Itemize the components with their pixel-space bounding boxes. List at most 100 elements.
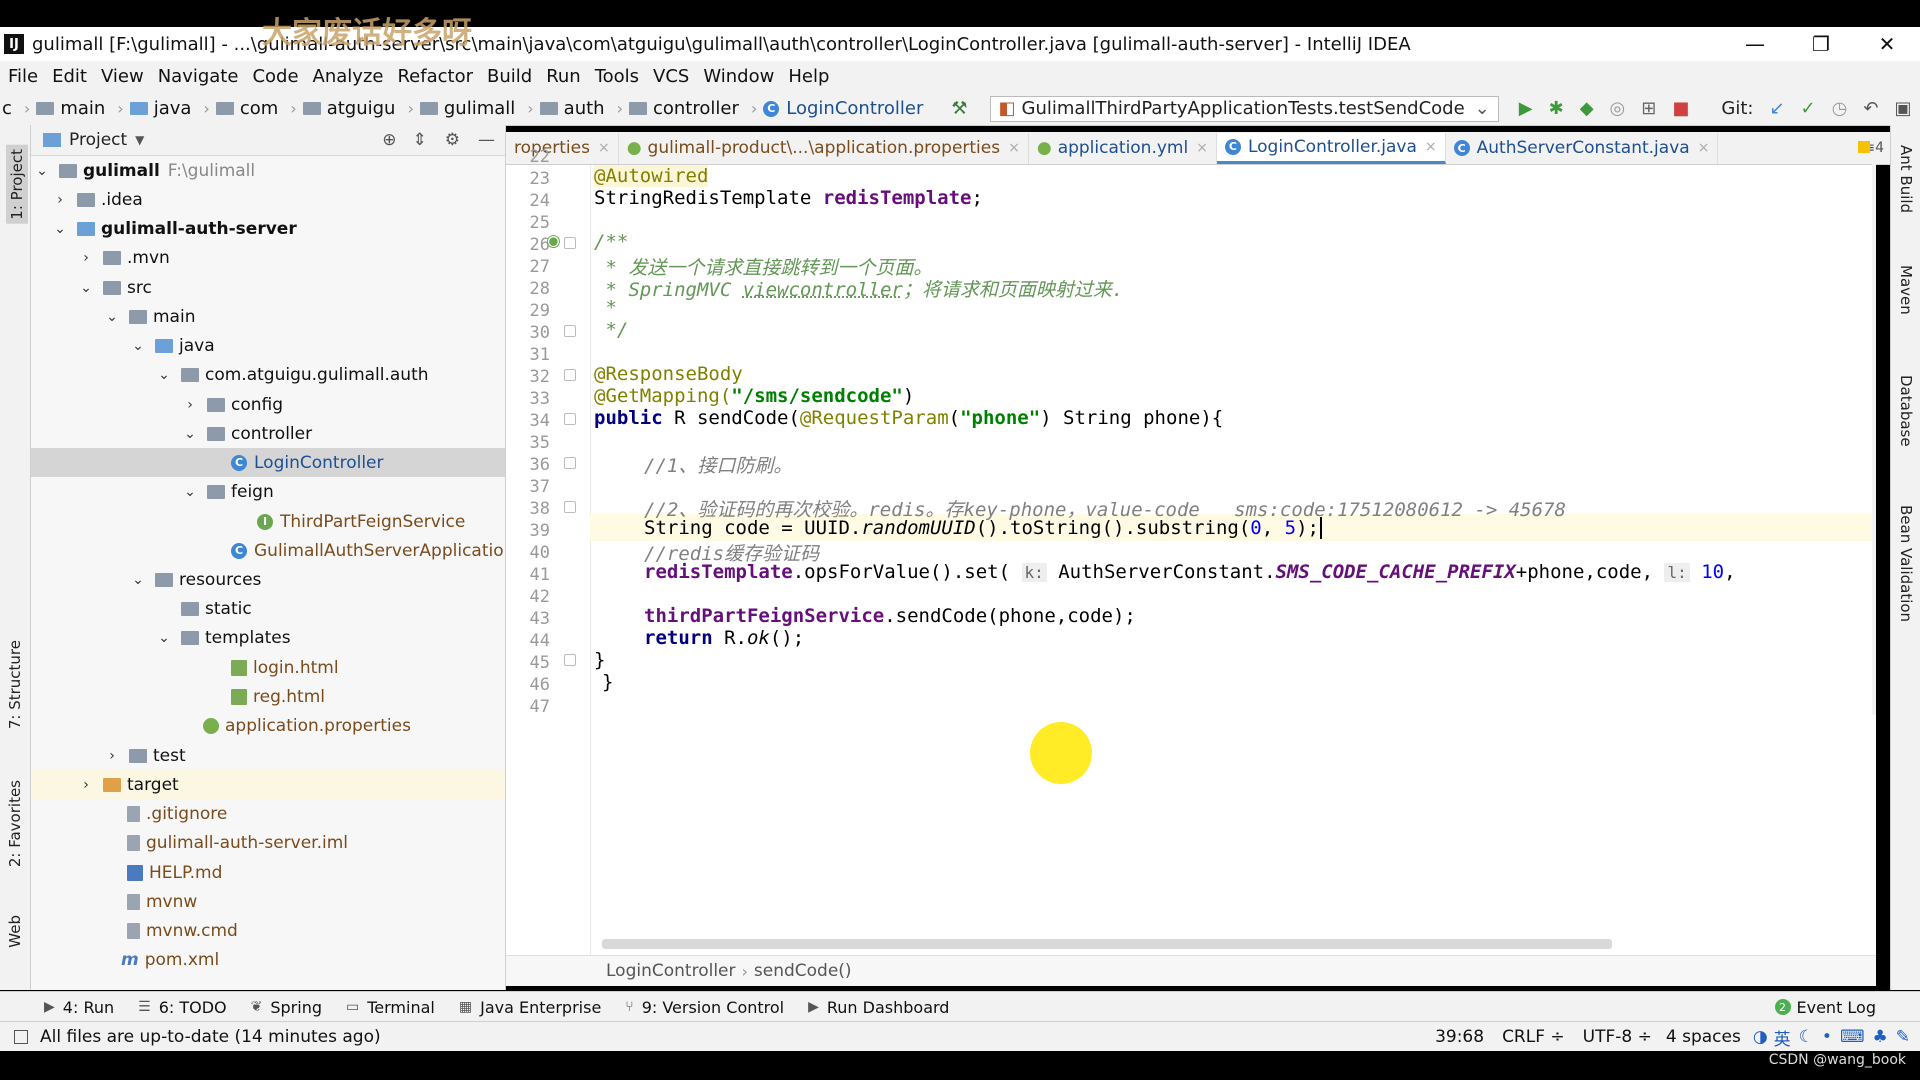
chevron-down-icon[interactable]: ▼ xyxy=(135,133,144,147)
tree-item-auth-server[interactable]: ⌄ gulimall-auth-server xyxy=(31,214,505,243)
tree-item-resources[interactable]: ⌄ resources xyxy=(31,565,505,594)
close-icon[interactable]: × xyxy=(1425,139,1437,155)
tree-item-help-md[interactable]: HELP.md xyxy=(31,858,505,887)
menu-navigate[interactable]: Navigate xyxy=(158,66,239,87)
tool-todo[interactable]: ☰ 6: TODO xyxy=(138,998,227,1017)
git-commit-icon[interactable]: ✓ xyxy=(1801,98,1816,119)
minimize-button[interactable]: — xyxy=(1722,32,1788,56)
project-panel-title[interactable]: Project xyxy=(69,130,127,150)
close-icon[interactable]: × xyxy=(598,140,610,156)
tool-version-control[interactable]: ⑂ 9: Version Control xyxy=(625,998,784,1017)
menu-help[interactable]: Help xyxy=(788,66,829,87)
tree-item-application-properties[interactable]: application.properties xyxy=(31,711,505,740)
nav-crumb-main[interactable]: main xyxy=(36,98,105,119)
tool-maven-tab[interactable]: Maven xyxy=(1897,265,1915,315)
tool-web-tab[interactable]: Web xyxy=(6,915,24,948)
close-icon[interactable]: × xyxy=(1698,140,1710,156)
tree-item-target[interactable]: › target xyxy=(31,770,505,799)
tab-application-yml[interactable]: ● application.yml × xyxy=(1029,132,1217,164)
nav-crumb-java[interactable]: java xyxy=(129,98,191,119)
tool-project-tab[interactable]: 1: Project xyxy=(6,145,28,224)
tree-item-package[interactable]: ⌄ com.atguigu.gulimall.auth xyxy=(31,360,505,389)
fold-icon[interactable] xyxy=(564,457,576,469)
nav-crumb-gulimall[interactable]: gulimall xyxy=(419,98,515,119)
tree-item-idea[interactable]: › .idea xyxy=(31,185,505,214)
tree-item-gulimall[interactable]: ⌄ gulimall F:\gulimall xyxy=(31,156,505,185)
tool-ant-build-tab[interactable]: Ant Build xyxy=(1897,145,1915,213)
git-update-icon[interactable]: ↙ xyxy=(1769,98,1784,119)
tree-item-logincontroller[interactable]: C LoginController xyxy=(31,448,505,477)
tree-item-reg-html[interactable]: reg.html xyxy=(31,682,505,711)
tab-logincontroller[interactable]: C LoginController.java × xyxy=(1216,132,1446,164)
nav-crumb-logincontroller[interactable]: C LoginController xyxy=(763,98,923,119)
menu-file[interactable]: File xyxy=(8,66,38,87)
menu-view[interactable]: View xyxy=(101,66,144,87)
close-icon[interactable]: × xyxy=(1196,140,1208,156)
tool-run[interactable]: ▶ 4: Run xyxy=(44,998,114,1017)
horizontal-scrollbar[interactable] xyxy=(602,939,1612,949)
tool-terminal[interactable]: ▭ Terminal xyxy=(346,998,435,1017)
tree-item-controller[interactable]: ⌄ controller xyxy=(31,419,505,448)
coverage-icon[interactable]: ◆ xyxy=(1580,98,1594,119)
fold-icon[interactable] xyxy=(564,369,576,381)
caret-position[interactable]: 39:68 xyxy=(1435,1027,1484,1047)
menu-edit[interactable]: Edit xyxy=(52,66,87,87)
tool-database-tab[interactable]: Database xyxy=(1897,375,1915,447)
debug-icon[interactable]: ✱ xyxy=(1549,98,1564,119)
build-hammer-icon[interactable]: ⚒ xyxy=(951,98,967,119)
tree-item-src[interactable]: ⌄ src xyxy=(31,273,505,302)
nav-crumb-controller[interactable]: controller xyxy=(628,98,739,119)
tab-authserverconstant[interactable]: C AuthServerConstant.java × xyxy=(1446,132,1719,164)
tree-item-login-html[interactable]: login.html xyxy=(31,653,505,682)
tree-item-static[interactable]: static xyxy=(31,594,505,623)
menu-analyze[interactable]: Analyze xyxy=(313,66,384,87)
attach-icon[interactable]: ⊞ xyxy=(1641,98,1656,119)
menu-window[interactable]: Window xyxy=(703,66,774,87)
tree-item-feign[interactable]: ⌄ feign xyxy=(31,477,505,506)
tree-item-test[interactable]: › test xyxy=(31,741,505,770)
tree-item-config[interactable]: › config xyxy=(31,390,505,419)
git-history-icon[interactable]: ◷ xyxy=(1832,98,1848,119)
project-structure-icon[interactable]: ▣ xyxy=(1894,98,1911,119)
tool-spring[interactable]: ❦ Spring xyxy=(251,998,322,1017)
tool-run-dashboard[interactable]: ▶ Run Dashboard xyxy=(808,998,949,1017)
indent-setting[interactable]: 4 spaces xyxy=(1666,1027,1741,1047)
menu-build[interactable]: Build xyxy=(487,66,532,87)
line-separator[interactable]: CRLF ÷ xyxy=(1502,1027,1565,1047)
ime-language[interactable]: 英 xyxy=(1774,1025,1791,1050)
collapse-all-icon[interactable]: ⇕ xyxy=(413,130,427,150)
breadcrumb-method[interactable]: sendCode() xyxy=(754,961,852,981)
tool-bean-validation-tab[interactable]: Bean Validation xyxy=(1897,505,1915,622)
tree-item-gitignore[interactable]: .gitignore xyxy=(31,799,505,828)
profile-icon[interactable]: ◎ xyxy=(1610,98,1626,119)
stop-icon[interactable]: ■ xyxy=(1672,98,1689,119)
tree-item-mvnw[interactable]: mvnw xyxy=(31,887,505,916)
tree-item-templates[interactable]: ⌄ templates xyxy=(31,623,505,652)
tree-item-main[interactable]: ⌄ main xyxy=(31,302,505,331)
menu-run[interactable]: Run xyxy=(546,66,581,87)
menu-vcs[interactable]: VCS xyxy=(653,66,689,87)
file-encoding[interactable]: UTF-8 ÷ xyxy=(1583,1027,1652,1047)
tab-product-properties[interactable]: ● gulimall-product\...\application.proper… xyxy=(619,132,1029,164)
tree-item-thirdpartfeignservice[interactable]: I ThirdPartFeignService xyxy=(31,507,505,536)
fold-icon[interactable] xyxy=(564,501,576,513)
restore-button[interactable]: ❐ xyxy=(1788,32,1854,56)
fold-icon[interactable] xyxy=(564,413,576,425)
gear-icon[interactable]: ⚙ xyxy=(445,130,460,150)
git-rollback-icon[interactable]: ↶ xyxy=(1863,98,1878,119)
tree-item-mvnw-cmd[interactable]: mvnw.cmd xyxy=(31,916,505,945)
close-button[interactable]: ✕ xyxy=(1854,32,1920,56)
fold-icon[interactable] xyxy=(564,654,576,666)
run-configuration-select[interactable]: ◧ GulimallThirdPartyApplicationTests.tes… xyxy=(989,95,1499,122)
tool-structure-tab[interactable]: 7: Structure xyxy=(6,640,24,729)
tool-java-enterprise[interactable]: ▦ Java Enterprise xyxy=(459,998,601,1017)
nav-crumb-atguigu[interactable]: atguigu xyxy=(302,98,395,119)
run-icon[interactable]: ▶ xyxy=(1519,98,1533,119)
menu-code[interactable]: Code xyxy=(252,66,298,87)
tool-favorites-tab[interactable]: 2: Favorites xyxy=(6,780,24,867)
tree-item-application-class[interactable]: C GulimallAuthServerApplication xyxy=(31,536,505,565)
locate-icon[interactable]: ⊕ xyxy=(382,130,396,150)
inspection-status-icon[interactable] xyxy=(1858,141,1870,153)
tree-item-pom[interactable]: m pom.xml xyxy=(31,945,505,974)
menu-refactor[interactable]: Refactor xyxy=(397,66,473,87)
